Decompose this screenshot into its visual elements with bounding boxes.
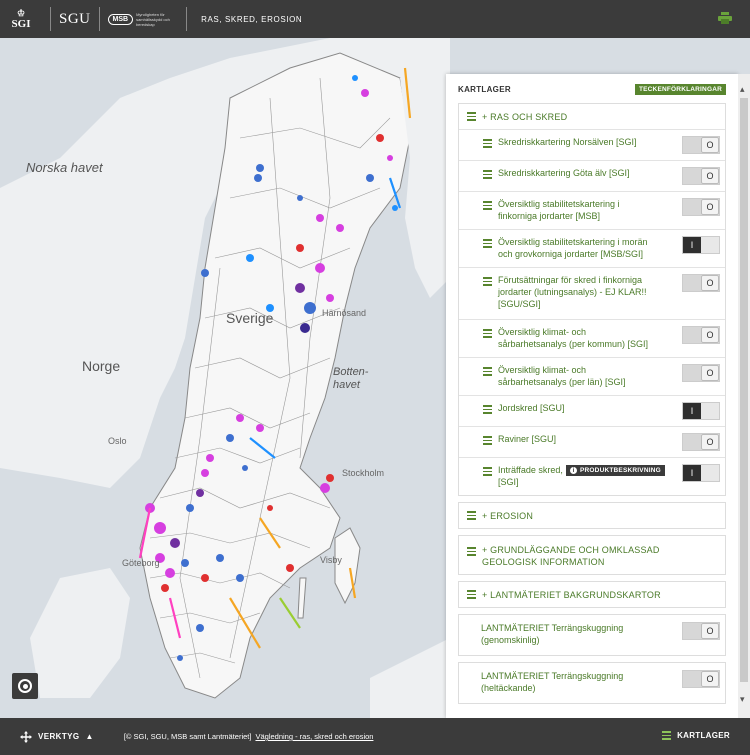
msb-logo: MSB Myndigheten för samhällsskydd och be… (107, 12, 179, 27)
layer-row: Översiktlig klimat- och sårbarhetsanalys… (459, 357, 725, 395)
layer-toggle[interactable]: O (682, 364, 720, 382)
sea-label-bothnia: Botten- havet (333, 366, 369, 391)
layer-row: Översiktlig klimat- och sårbarhetsanalys… (459, 319, 725, 357)
menu-icon (467, 590, 476, 599)
menu-icon[interactable] (483, 139, 492, 148)
tools-button[interactable]: VERKTYG ▲ (0, 730, 94, 743)
city-label-stockholm: Stockholm (342, 468, 385, 478)
layer-row: Jordskred [SGU] I (459, 395, 725, 426)
layer-row: LANTMÄTERIET Terrängskuggning (heltäckan… (458, 662, 726, 704)
group-geologisk-information[interactable]: + GRUNDLÄGGANDE OCH OMKLASSAD GEOLOGISK … (458, 535, 726, 575)
city-label-oslo: Oslo (108, 436, 127, 446)
sgi-logo: ♔ SGI (11, 8, 31, 30)
locate-button[interactable] (12, 673, 38, 699)
oland (297, 577, 307, 619)
scroll-thumb[interactable] (740, 98, 748, 682)
caret-up-icon: ▲ (85, 732, 94, 741)
group-erosion[interactable]: + EROSION (458, 502, 726, 529)
menu-icon[interactable] (483, 436, 492, 445)
scroll-up-icon[interactable]: ▴ (740, 84, 745, 95)
menu-icon[interactable] (483, 201, 492, 222)
layer-row: Inträffade skred, ras och jordrörelser [… (459, 457, 725, 495)
menu-icon (467, 547, 476, 556)
layer-toggle[interactable]: O (682, 167, 720, 185)
layer-toggle[interactable]: O (682, 136, 720, 154)
layer-list: Skredriskkartering Norsälven [SGI] O Skr… (458, 129, 726, 496)
layer-row: Skredriskkartering Göta älv [SGI] O (459, 160, 725, 191)
layer-row: Raviner [SGU] O (459, 426, 725, 457)
group-lantmateriet[interactable]: + LANTMÄTERIET BAKGRUNDSKARTOR (458, 581, 726, 608)
panel-scrollbar[interactable]: ▴ ▾ (738, 74, 750, 718)
layer-toggle[interactable]: O (682, 198, 720, 216)
top-bar: ♔ SGI SGU MSB Myndigheten för samhällssky… (0, 0, 750, 38)
locate-icon (18, 679, 32, 693)
menu-icon (662, 731, 672, 740)
layer-row: LANTMÄTERIET Terrängskuggning (genomskin… (458, 614, 726, 656)
menu-icon[interactable] (483, 405, 492, 414)
printer-icon[interactable] (718, 12, 732, 24)
layer-toggle[interactable]: I (682, 464, 720, 482)
group-ras-och-skred[interactable]: + RAS OCH SKRED (458, 103, 726, 130)
menu-icon[interactable] (483, 329, 492, 350)
divider (50, 7, 51, 31)
menu-icon[interactable] (483, 170, 492, 179)
move-icon (20, 730, 32, 743)
sea-label: Norska havet (26, 160, 103, 175)
layer-row: Översiktlig stabilitetskartering i morän… (459, 229, 725, 267)
city-label-harnosand: Härnösand (322, 308, 367, 318)
app-title: RAS, SKRED, EROSION (201, 14, 303, 24)
menu-icon[interactable] (483, 239, 492, 260)
menu-icon (467, 112, 476, 121)
divider (98, 7, 100, 31)
layers-button[interactable]: KARTLAGER (662, 731, 730, 740)
layer-row: Översiktlig stabilitetskartering i finko… (459, 191, 725, 229)
layer-toggle[interactable]: I (682, 236, 720, 254)
product-description-button[interactable]: i PRODUKTBESKRIVNING (566, 465, 665, 476)
info-icon: i (570, 467, 577, 474)
layer-toggle[interactable]: O (682, 670, 720, 688)
bottom-bar: VERKTYG ▲ [© SGI, SGU, MSB samt Lantmäte… (0, 718, 750, 755)
layer-row: Skredriskkartering Norsälven [SGI] O (459, 129, 725, 160)
scroll-down-icon[interactable]: ▾ (740, 694, 745, 705)
baltic-land (370, 638, 450, 718)
layer-toggle[interactable]: O (682, 622, 720, 640)
panel-title: KARTLAGER (458, 84, 511, 94)
menu-icon[interactable] (483, 277, 492, 310)
layer-toggle[interactable]: O (682, 433, 720, 451)
denmark (30, 568, 130, 698)
sgu-logo: SGU (59, 10, 91, 27)
gotland (334, 527, 361, 605)
city-label-visby: Visby (320, 555, 342, 565)
guide-link[interactable]: Vägledning - ras, skred och erosion (255, 732, 373, 741)
attribution: [© SGI, SGU, MSB samt Lantmäteriet] Vägle… (123, 732, 374, 741)
country-label-sweden: Sverige (226, 310, 274, 326)
menu-icon (467, 511, 476, 520)
layer-toggle[interactable]: I (682, 402, 720, 420)
menu-icon[interactable] (483, 467, 492, 488)
layer-row: Förutsättningar för skred i finkorniga j… (459, 267, 725, 319)
city-label-goteborg: Göteborg (122, 558, 160, 568)
country-label-norway: Norge (82, 358, 121, 374)
divider (186, 7, 188, 31)
layer-toggle[interactable]: O (682, 274, 720, 292)
legend-button[interactable]: TECKENFÖRKLARINGAR (634, 83, 726, 95)
layer-toggle[interactable]: O (682, 326, 720, 344)
layer-panel: KARTLAGER TECKENFÖRKLARINGAR + RAS OCH S… (446, 74, 738, 718)
menu-icon[interactable] (483, 367, 492, 388)
